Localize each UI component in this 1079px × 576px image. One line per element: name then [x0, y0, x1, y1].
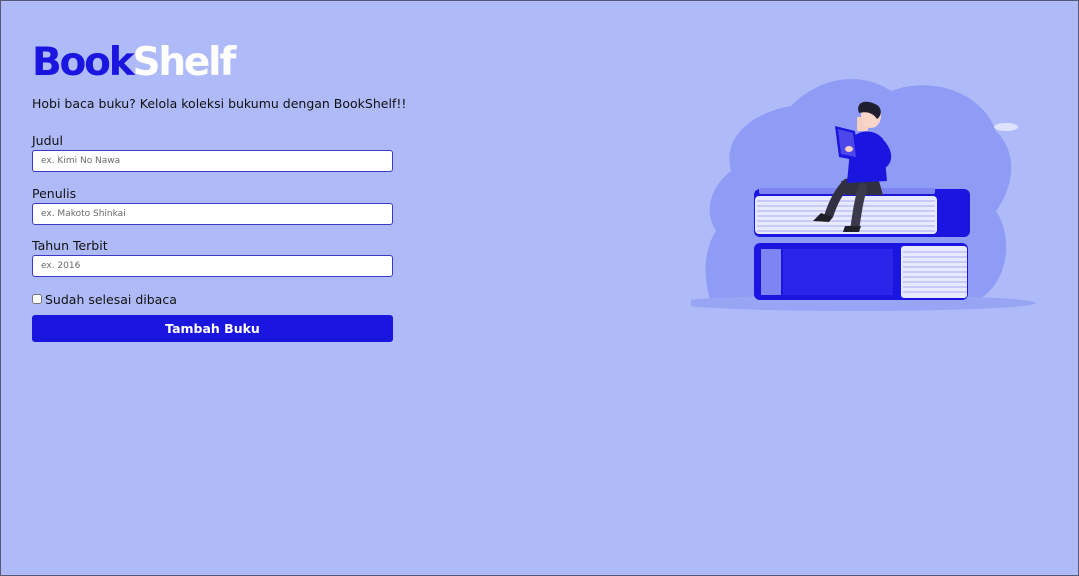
person-hand — [845, 146, 853, 152]
finished-reading-label[interactable]: Sudah selesai dibaca — [45, 292, 177, 307]
brand-logo-shelf: Shelf — [132, 40, 236, 85]
tagline: Hobi baca buku? Kelola koleksi bukumu de… — [32, 96, 407, 111]
author-input[interactable] — [32, 203, 393, 225]
finished-reading-checkbox[interactable] — [32, 294, 42, 304]
cloud-shape — [994, 123, 1018, 131]
brand-logo-book: Book — [32, 40, 135, 85]
year-label: Tahun Terbit — [32, 238, 108, 253]
add-book-button[interactable]: Tambah Buku — [32, 315, 393, 342]
bottom-book-spine-panel — [783, 249, 893, 295]
author-label: Penulis — [32, 186, 77, 201]
title-input[interactable] — [32, 150, 393, 172]
person-reading-on-books-illustration — [691, 79, 1036, 311]
title-label: Judul — [32, 133, 63, 148]
brand-logo: BookShelf — [32, 39, 236, 87]
finished-reading-row: Sudah selesai dibaca — [32, 291, 177, 307]
bookshelf-page: BookShelf Hobi baca buku? Kelola koleksi… — [0, 0, 1079, 576]
year-input[interactable] — [32, 255, 393, 277]
person-right-shoe — [843, 226, 861, 232]
bottom-book-band — [761, 249, 781, 295]
